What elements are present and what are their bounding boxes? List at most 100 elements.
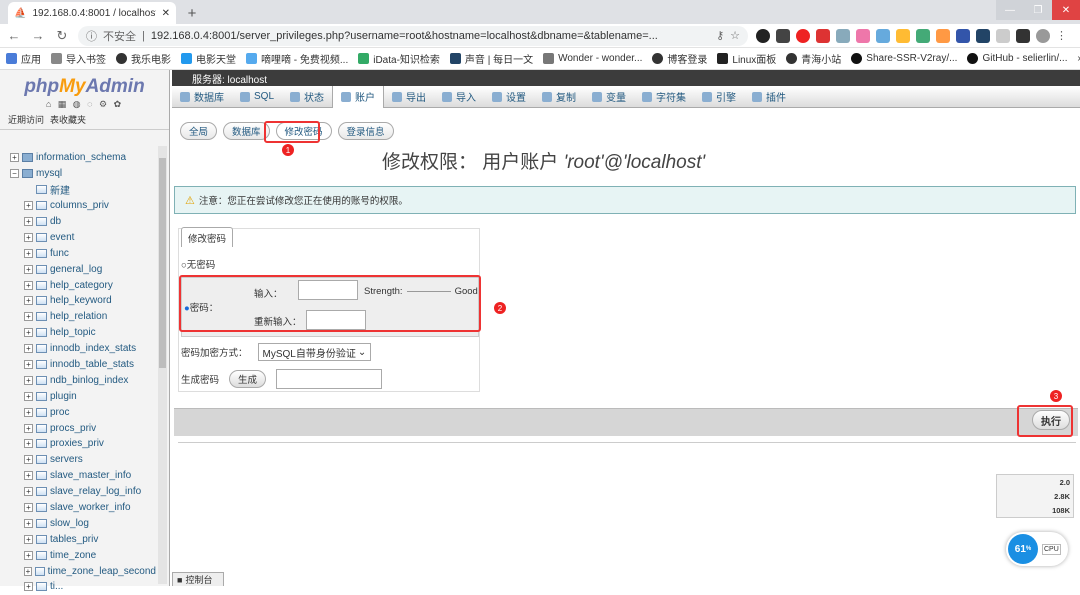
tree-item[interactable]: + time_zone (4, 547, 156, 563)
key-icon[interactable]: ⚷ (716, 29, 724, 42)
expand-icon[interactable]: + (24, 566, 32, 576)
tree-item[interactable]: + help_keyword (4, 293, 156, 309)
back-icon[interactable]: ← (6, 28, 22, 43)
bookmark-item[interactable]: Linux面板 (717, 51, 776, 66)
minimize-button[interactable]: — (996, 0, 1024, 20)
bookmark-item[interactable]: Share-SSR-V2ray/... (851, 53, 957, 64)
generated-password-input[interactable] (276, 369, 383, 389)
tab-2[interactable]: 状态 (282, 86, 332, 108)
expand-icon[interactable]: + (24, 423, 33, 433)
expand-icon[interactable]: + (24, 264, 33, 274)
tree-item[interactable]: + servers (4, 452, 156, 468)
expand-icon[interactable]: + (24, 407, 33, 417)
expand-icon[interactable]: + (24, 455, 33, 465)
avatar[interactable] (1036, 28, 1050, 43)
expand-icon[interactable]: + (24, 328, 33, 338)
tab-6[interactable]: 设置 (484, 86, 534, 108)
tree-item[interactable]: + slow_log (4, 515, 156, 531)
bookmark-item[interactable]: 嘀哩嘀 - 免费视频... (246, 51, 348, 66)
tree-item[interactable]: − mysql (4, 166, 156, 182)
expand-icon[interactable]: + (24, 280, 33, 290)
bookmark-item[interactable]: 导入书签 (51, 51, 106, 66)
generate-button[interactable]: 生成 (229, 370, 267, 388)
encryption-select[interactable]: MySQL自带身份验证 ⌄ (257, 343, 372, 361)
expand-icon[interactable]: + (24, 518, 33, 528)
tree-item[interactable]: + ndb_binlog_index (4, 372, 156, 388)
address-bar[interactable]: ⓘ 不安全 | 192.168.0.4:8001/server_privileg… (78, 25, 748, 46)
expand-icon[interactable]: + (24, 534, 33, 544)
expand-icon[interactable]: + (24, 391, 33, 401)
tree-item[interactable]: + slave_relay_log_info (4, 484, 156, 500)
menu-icon[interactable]: ⋮ (1056, 29, 1067, 42)
expand-icon[interactable]: + (24, 550, 33, 560)
recent-tab[interactable]: 近期访问 (8, 113, 44, 126)
expand-icon[interactable] (24, 185, 33, 194)
tree-item[interactable]: + information_schema (4, 150, 156, 166)
tab-11[interactable]: 插件 (744, 86, 794, 108)
new-tab-button[interactable]: + (182, 3, 202, 23)
expand-icon[interactable]: + (24, 217, 33, 226)
expand-icon[interactable]: + (24, 201, 33, 211)
tree-item[interactable]: + event (4, 229, 156, 245)
tree-item[interactable]: + help_category (4, 277, 156, 293)
expand-icon[interactable]: + (24, 344, 33, 354)
expand-icon[interactable]: + (24, 248, 33, 258)
expand-icon[interactable]: + (24, 487, 33, 497)
maximize-button[interactable]: ❐ (1024, 0, 1052, 20)
tree-item[interactable]: + help_topic (4, 325, 156, 341)
expand-icon[interactable]: + (24, 439, 33, 449)
bookmark-item[interactable]: 电影天堂 (181, 51, 236, 66)
extension-icon[interactable] (936, 28, 950, 43)
extension-icon[interactable] (876, 28, 890, 43)
no-password-option[interactable]: ○无密码 (181, 257, 215, 271)
collapse-icon[interactable]: − (10, 169, 19, 179)
extension-icon[interactable] (996, 28, 1010, 43)
tab-0[interactable]: 数据库 (172, 86, 232, 108)
tab-9[interactable]: 字符集 (634, 86, 694, 108)
expand-icon[interactable]: + (24, 232, 33, 242)
reload-icon[interactable]: ↻ (54, 28, 70, 44)
scroll-thumb[interactable] (159, 158, 166, 368)
tree-item[interactable]: + time_zone_leap_second (4, 563, 156, 579)
tree-item[interactable]: + plugin (4, 388, 156, 404)
expand-icon[interactable]: + (24, 360, 33, 370)
tab-10[interactable]: 引擎 (694, 86, 744, 108)
tree-item[interactable]: + innodb_table_stats (4, 357, 156, 373)
info-icon[interactable]: ⓘ (86, 28, 97, 44)
expand-icon[interactable]: + (24, 503, 33, 513)
close-window-button[interactable]: ✕ (1052, 0, 1080, 20)
subtab-0[interactable]: 全局 (180, 122, 218, 140)
console-tab[interactable]: ■ 控制台 (172, 572, 224, 586)
tree-item[interactable]: + db (4, 214, 156, 230)
forward-icon[interactable]: → (30, 28, 46, 43)
tree-item[interactable]: + tables_priv (4, 531, 156, 547)
tab-3[interactable]: 账户 (332, 85, 385, 108)
bookmark-item[interactable]: 青海小站 (786, 51, 841, 66)
star-icon[interactable]: ☆ (730, 29, 740, 42)
tree-item[interactable]: 新建 (4, 182, 156, 198)
tab-5[interactable]: 导入 (434, 86, 484, 108)
tree-item[interactable]: + procs_priv (4, 420, 156, 436)
adblock-icon[interactable] (816, 28, 830, 43)
extension-icon[interactable] (776, 28, 790, 43)
favorites-tab[interactable]: 表收藏夹 (50, 113, 86, 126)
tree-item[interactable]: + func (4, 245, 156, 261)
expand-icon[interactable]: + (24, 375, 33, 385)
bookmark-item[interactable]: 声音 | 每日一文 (449, 51, 533, 66)
subtab-1[interactable]: 数据库 (223, 122, 270, 140)
tab-7[interactable]: 复制 (534, 86, 584, 108)
tab-1[interactable]: SQL (232, 86, 282, 108)
tree-item[interactable]: + innodb_index_stats (4, 341, 156, 357)
bookmark-item[interactable]: Wonder - wonder... (543, 53, 642, 64)
nav-quick-icons[interactable]: ⌂ ▦ ◍ ◌ ⚙ ✿ (0, 99, 169, 110)
expand-icon[interactable]: + (24, 471, 33, 481)
bookmark-item[interactable]: 博客登录 (652, 51, 707, 66)
bookmark-item[interactable]: 我乐电影 (116, 51, 171, 66)
bookmark-item[interactable]: GitHub - selierlin/... (967, 53, 1067, 64)
tree-item[interactable]: + proc (4, 404, 156, 420)
extension-icon[interactable] (896, 28, 910, 43)
tab-8[interactable]: 变量 (584, 86, 634, 108)
extension-icon[interactable] (796, 28, 810, 43)
server-label[interactable]: 服务器: localhost (192, 71, 267, 86)
browser-tab[interactable]: ⛵ 192.168.0.4:8001 / localhost | ✕ (8, 2, 176, 24)
